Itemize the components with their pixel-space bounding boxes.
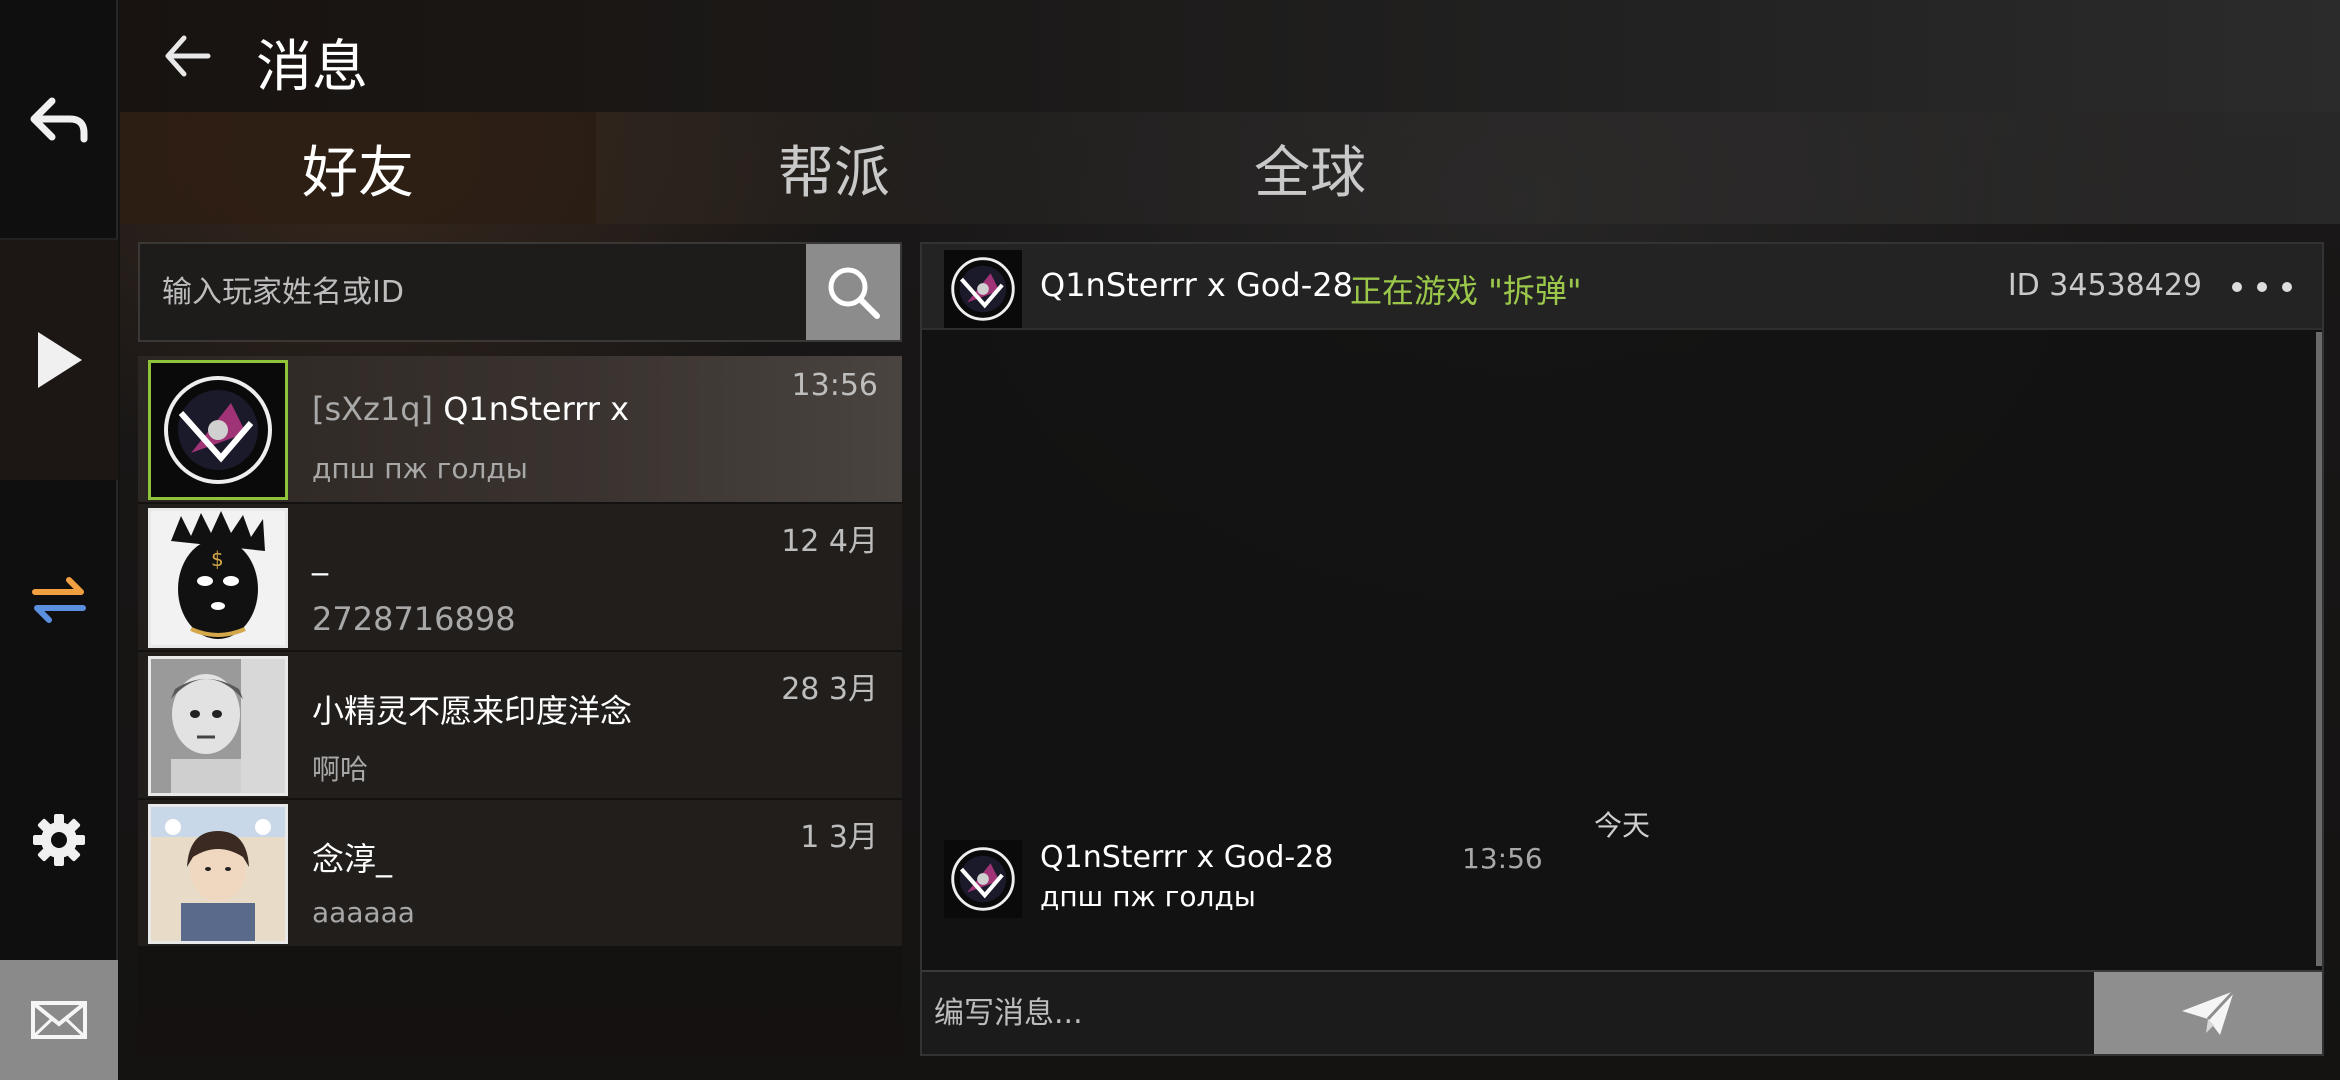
chat-scrollbar[interactable] [2316, 332, 2322, 966]
chat-contact-status: 正在游戏 "拆弹" [1350, 272, 1582, 310]
more-options-icon[interactable] [2222, 262, 2302, 312]
message-timestamp: 13:56 [1462, 842, 1543, 875]
last-message: 2728716898 [312, 600, 516, 638]
last-message: aaaaaa [312, 896, 415, 929]
arrow-left-icon[interactable] [164, 34, 212, 78]
svg-text:$: $ [211, 547, 224, 571]
tab-global[interactable]: 全球 [1072, 112, 1548, 224]
day-separator: 今天 [1593, 809, 1650, 842]
chat-contact-name: Q1nSterrr x God-28 [1040, 266, 1353, 304]
friend-name: 念淳_ [312, 840, 393, 878]
chat-header: Q1nSterrr x God-28 正在游戏 "拆弹" ID 34538429 [922, 244, 2322, 330]
message-input[interactable] [922, 972, 2088, 1054]
friend-name: [sXz1q] Q1nSterrr x [312, 390, 629, 428]
search-box [138, 242, 902, 342]
send-button[interactable] [2094, 972, 2322, 1054]
top-bar: 消息 [120, 0, 2340, 112]
play-icon [38, 332, 82, 388]
friend-name: _ [312, 538, 328, 576]
page-title: 消息 [256, 35, 368, 100]
paper-plane-icon [2182, 989, 2236, 1035]
friend-row[interactable]: [sXz1q] Q1nSterrr x дпш пж голды 13:56 [138, 356, 902, 502]
tab-friends[interactable]: 好友 [120, 112, 596, 224]
back-icon [30, 97, 88, 143]
avatar [148, 360, 288, 500]
rail-swap-button[interactable] [0, 480, 118, 720]
message-time: 1 3月 [800, 820, 878, 855]
message-text: дпш пж голды [1040, 880, 1256, 913]
mail-icon [31, 1001, 87, 1039]
message-time: 28 3月 [781, 672, 878, 707]
friend-row[interactable]: $ _ 2728716898 12 4月 [138, 504, 902, 650]
guild-tag: [sXz1q] [312, 390, 434, 428]
message-time: 13:56 [791, 368, 878, 403]
friend-list: [sXz1q] Q1nSterrr x дпш пж голды 13:56 $ [138, 356, 902, 1056]
player-id: ID 34538429 [2007, 268, 2202, 303]
avatar [148, 804, 288, 944]
avatar: $ [148, 508, 288, 648]
gear-icon [33, 814, 85, 866]
message-author: Q1nSterrr x God-28 [1040, 840, 1334, 875]
avatar [148, 656, 288, 796]
search-icon [828, 267, 880, 319]
search-button[interactable] [806, 244, 900, 340]
message-avatar[interactable] [944, 840, 1022, 918]
chat-panel: Q1nSterrr x God-28 正在游戏 "拆弹" ID 34538429… [920, 242, 2324, 1056]
search-input[interactable] [140, 244, 802, 340]
friend-nickname: Q1nSterrr x [443, 390, 630, 428]
friend-row[interactable]: 念淳_ aaaaaa 1 3月 [138, 800, 902, 946]
tab-bar: 好友 帮派 全球 [120, 112, 2340, 224]
rail-play-button[interactable] [0, 240, 118, 480]
last-message: дпш пж голды [312, 452, 528, 485]
main-area: 消息 好友 帮派 全球 输入玩家姓名或ID [sXz1q] Q1nSterrr … [120, 0, 2340, 1080]
friend-name: 小精灵不愿来印度洋念 [312, 692, 633, 730]
swap-arrows-icon [32, 577, 86, 623]
chat-avatar[interactable] [944, 250, 1022, 328]
rail-messages-button[interactable] [0, 960, 118, 1080]
last-message: 啊哈 [312, 753, 369, 786]
friend-row[interactable]: 小精灵不愿来印度洋念 啊哈 28 3月 [138, 652, 902, 798]
tab-guild[interactable]: 帮派 [596, 112, 1072, 224]
rail-back-button[interactable] [0, 0, 118, 240]
side-rail [0, 0, 118, 1080]
message-time: 12 4月 [781, 524, 878, 559]
rail-settings-button[interactable] [0, 720, 118, 960]
message-composer [922, 970, 2322, 1054]
